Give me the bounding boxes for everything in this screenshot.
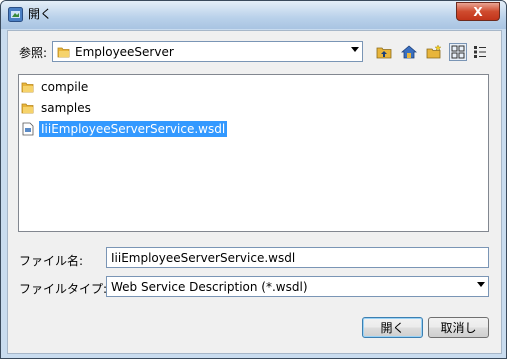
cancel-button-label: 取消し xyxy=(440,320,477,335)
list-view-icon xyxy=(451,45,465,59)
folder-icon xyxy=(21,103,34,114)
home-button[interactable] xyxy=(400,43,418,61)
details-view-icon xyxy=(474,46,486,58)
list-item-label: compile xyxy=(41,80,89,94)
list-item-label: IiiEmployeeServerService.wsdl xyxy=(39,121,228,137)
window-title: 開く xyxy=(28,7,53,21)
folder-icon xyxy=(21,82,34,93)
file-type-label: ファイルタイプ: xyxy=(19,282,108,296)
close-button[interactable]: X xyxy=(456,2,500,21)
folder-icon xyxy=(57,47,70,58)
cancel-button[interactable]: 取消し xyxy=(428,317,489,338)
up-folder-icon xyxy=(376,47,392,59)
list-item-label: samples xyxy=(41,101,91,115)
file-name-value: IiiEmployeeServerService.wsdl xyxy=(111,251,296,265)
file-list[interactable]: compile samples IiiEmployeeServerService… xyxy=(18,74,489,232)
details-view-button[interactable] xyxy=(471,43,489,61)
new-folder-icon xyxy=(426,44,442,59)
home-icon xyxy=(401,45,417,59)
open-button-label: 開く xyxy=(380,320,405,335)
dialog-body: 参照: EmployeeServer compile samples IiiEm… xyxy=(7,30,502,354)
list-item[interactable]: compile xyxy=(21,78,90,96)
list-item-selected[interactable]: IiiEmployeeServerService.wsdl xyxy=(21,120,228,138)
chevron-down-icon[interactable] xyxy=(477,282,485,287)
open-button[interactable]: 開く xyxy=(362,317,423,338)
file-type-value: Web Service Description (*.wsdl) xyxy=(111,280,308,294)
look-in-dropdown[interactable]: EmployeeServer xyxy=(52,41,363,62)
look-in-value: EmployeeServer xyxy=(75,45,174,59)
app-icon xyxy=(8,7,23,22)
close-icon: X xyxy=(473,4,483,19)
list-view-button[interactable] xyxy=(449,43,467,61)
look-in-label: 参照: xyxy=(19,46,48,60)
wsdl-file-icon xyxy=(22,122,34,136)
open-file-dialog: 開く X 参照: EmployeeServer compile samples … xyxy=(0,0,507,359)
chevron-down-icon[interactable] xyxy=(351,47,359,52)
file-type-dropdown[interactable]: Web Service Description (*.wsdl) xyxy=(106,276,489,297)
file-name-input[interactable]: IiiEmployeeServerService.wsdl xyxy=(106,247,489,268)
list-item[interactable]: samples xyxy=(21,99,93,117)
new-folder-button[interactable] xyxy=(425,43,443,61)
title-bar[interactable]: 開く X xyxy=(1,1,506,29)
file-name-label: ファイル名: xyxy=(19,254,84,268)
up-folder-button[interactable] xyxy=(375,43,393,61)
